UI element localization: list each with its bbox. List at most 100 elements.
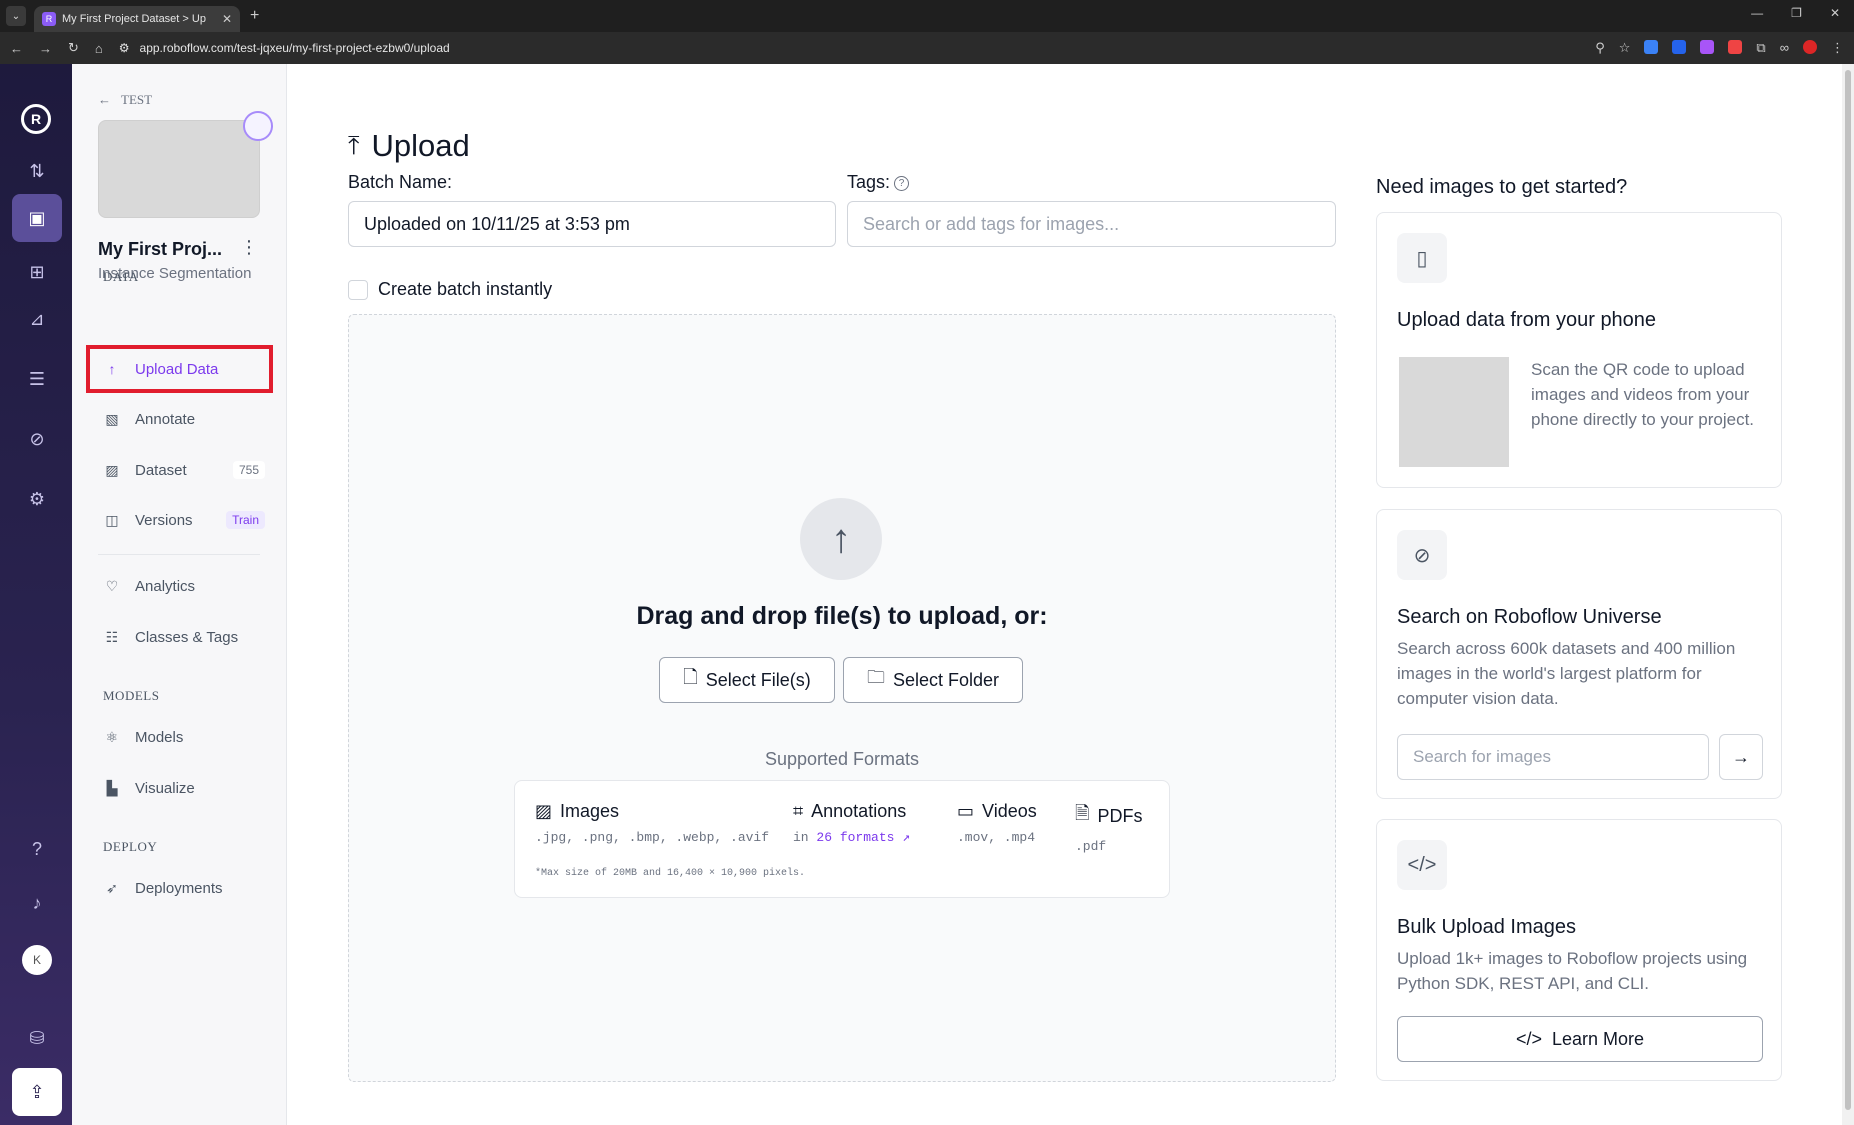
models-icon: ⚛	[105, 728, 119, 745]
bar-chart-icon: ▙	[106, 779, 118, 796]
code-icon: </>	[1397, 840, 1447, 890]
sidebar-item-versions[interactable]: ◫ Versions Train	[103, 505, 265, 535]
home-icon[interactable]: ⌂	[95, 41, 103, 56]
sidebar-item-deployments[interactable]: ➶ Deployments	[103, 873, 265, 903]
format-images: ▨ Images .jpg, .png, .bmp, .webp, .avif	[535, 801, 770, 845]
reload-icon[interactable]: ↻	[68, 40, 79, 56]
sidebar-item-visualize[interactable]: ▙ Visualize	[103, 773, 265, 803]
page-title: ⤒ Upload	[348, 128, 470, 163]
analytics-icon[interactable]: ⊿	[12, 295, 62, 343]
pdf-file-icon: 🗎	[1075, 803, 1090, 823]
section-data: DATA	[103, 269, 139, 284]
help-circle-icon[interactable]: ?	[894, 175, 910, 191]
select-folder-button[interactable]: 🗀 Select Folder	[843, 657, 1023, 703]
sidebar-item-label: Versions	[135, 511, 193, 529]
page-scrollbar[interactable]	[1842, 64, 1854, 1125]
address-bar[interactable]: ⚙ app.roboflow.com/test-jqxeu/my-first-p…	[119, 41, 1579, 55]
minimize-icon[interactable]: —	[1751, 6, 1763, 20]
restore-icon[interactable]: ❐	[1791, 6, 1802, 20]
right-column-title: Need images to get started?	[1376, 176, 1628, 198]
arrow-left-icon: ←	[98, 92, 111, 107]
select-files-button[interactable]: 🗋 Select File(s)	[659, 657, 835, 703]
profile-icon[interactable]	[1803, 40, 1817, 54]
extension-translate-icon[interactable]	[1644, 40, 1659, 54]
more-vertical-icon[interactable]: ⋮	[240, 237, 258, 258]
server-icon[interactable]: ☰	[12, 355, 62, 403]
project-thumbnail	[98, 120, 260, 218]
upload-dropzone[interactable]: ↑ Drag and drop file(s) to upload, or: 🗋…	[348, 314, 1336, 1082]
sidebar-item-label: Annotate	[135, 410, 196, 428]
link-icon[interactable]: ∞	[1780, 40, 1789, 56]
folder-icon: 🗀	[866, 667, 885, 687]
extensions-icon[interactable]: ⧉	[1756, 40, 1765, 56]
site-info-icon[interactable]: ⚙	[119, 41, 130, 55]
max-size-note: *Max size of 20MB and 16,400 × 10,900 pi…	[535, 868, 806, 879]
sort-arrows-icon[interactable]: ⇅	[12, 147, 62, 195]
extension-puzzle-icon[interactable]	[1700, 40, 1715, 54]
annotation-formats-link[interactable]: 26 formats ↗	[816, 830, 910, 845]
extension-download-icon[interactable]	[1672, 40, 1687, 54]
tab-search-icon[interactable]: ⌄	[6, 6, 26, 26]
sidebar-item-classes-tags[interactable]: ☷ Classes & Tags	[103, 622, 265, 652]
main-content: ⤒ Upload Batch Name: Uploaded on 10/11/2…	[288, 64, 1854, 1125]
sidebar-item-label: Analytics	[135, 577, 196, 595]
universe-card-heading: Search on Roboflow Universe	[1397, 606, 1662, 628]
list-icon: ☷	[105, 628, 119, 645]
annotate-icon: ▧	[105, 410, 119, 427]
tags-input[interactable]: Search or add tags for images...	[847, 201, 1336, 247]
bell-icon[interactable]: ♪	[12, 879, 62, 927]
image-icon: ▨	[535, 801, 553, 821]
universe-icon[interactable]: ⊘	[12, 415, 62, 463]
browser-toolbar: ← → ↻ ⌂ ⚙ app.roboflow.com/test-jqxeu/my…	[0, 32, 1854, 64]
arrow-right-icon[interactable]: →	[1719, 734, 1763, 780]
database-icon[interactable]: ⛁	[12, 1014, 62, 1062]
avatar[interactable]: K	[22, 945, 52, 975]
file-icon: 🗋	[683, 667, 698, 687]
browser-tabbar: ⌄ R My First Project Dataset > Up ✕ + — …	[0, 0, 1854, 32]
phone-upload-card: ▯ Upload data from your phone Scan the Q…	[1376, 212, 1782, 488]
app-rail: R ⇅ ▣ ⊞ ⊿ ☰ ⊘ ⚙ ? ♪ K ⛁ ⇪	[0, 64, 72, 1125]
url-text: app.roboflow.com/test-jqxeu/my-first-pro…	[139, 41, 450, 55]
new-tab-icon[interactable]: +	[250, 7, 259, 25]
bookmark-star-icon[interactable]: ☆	[1619, 40, 1631, 56]
sidebar-item-upload-data[interactable]: ↑ Upload Data	[103, 354, 265, 384]
sidebar-item-dataset[interactable]: ▨ Dataset 755	[103, 455, 265, 485]
browser-menu-icon[interactable]: ⋮	[1831, 40, 1844, 56]
supported-formats-box: ▨ Images .jpg, .png, .bmp, .webp, .avif ⌗…	[514, 780, 1170, 898]
tab-close-icon[interactable]: ✕	[222, 12, 232, 26]
video-icon: ▭	[957, 801, 975, 821]
create-batch-checkbox[interactable]	[348, 279, 368, 300]
arrow-up-icon: ↑	[108, 361, 116, 377]
browser-tab[interactable]: R My First Project Dataset > Up ✕	[34, 6, 240, 32]
bounding-box-icon: ⌗	[793, 801, 804, 821]
universe-search-input[interactable]: Search for images	[1397, 734, 1709, 780]
window-close-icon[interactable]: ✕	[1830, 6, 1840, 20]
sidebar-item-annotate[interactable]: ▧ Annotate	[103, 404, 265, 434]
dataset-count-badge: 755	[232, 461, 265, 479]
workflow-icon[interactable]: ⊞	[12, 248, 62, 296]
help-icon[interactable]: ?	[12, 825, 62, 873]
settings-icon[interactable]: ⚙	[12, 475, 62, 523]
arrow-up-icon: ↑	[800, 498, 882, 580]
extension-pdf-icon[interactable]	[1728, 40, 1743, 54]
batch-name-input[interactable]: Uploaded on 10/11/25 at 3:53 pm	[348, 201, 836, 247]
qr-code	[1399, 357, 1509, 467]
project-name: My First Proj...	[98, 239, 223, 259]
learn-more-button[interactable]: </> Learn More	[1397, 1016, 1763, 1062]
sidebar-item-label: Dataset	[135, 461, 187, 479]
versions-icon: ◫	[105, 511, 119, 528]
zoom-icon[interactable]: ⚲	[1595, 40, 1605, 56]
inbox-icon[interactable]: ▣	[12, 194, 62, 242]
back-to-workspace[interactable]: ← TEST	[98, 92, 152, 108]
upload-icon[interactable]: ⇪	[12, 1068, 62, 1116]
bulk-upload-card: </> Bulk Upload Images Upload 1k+ images…	[1376, 819, 1782, 1081]
back-icon[interactable]: ←	[10, 41, 23, 56]
roboflow-logo-icon[interactable]: R	[21, 104, 51, 134]
batch-name-label: Batch Name:	[348, 172, 453, 192]
scrollbar-thumb[interactable]	[1845, 70, 1851, 1110]
sidebar-item-label: Visualize	[135, 779, 195, 797]
roboflow-favicon-icon: R	[42, 12, 56, 26]
sidebar-item-analytics[interactable]: ♡ Analytics	[103, 571, 265, 601]
forward-icon[interactable]: →	[39, 41, 52, 56]
sidebar-item-models[interactable]: ⚛ Models	[103, 722, 265, 752]
